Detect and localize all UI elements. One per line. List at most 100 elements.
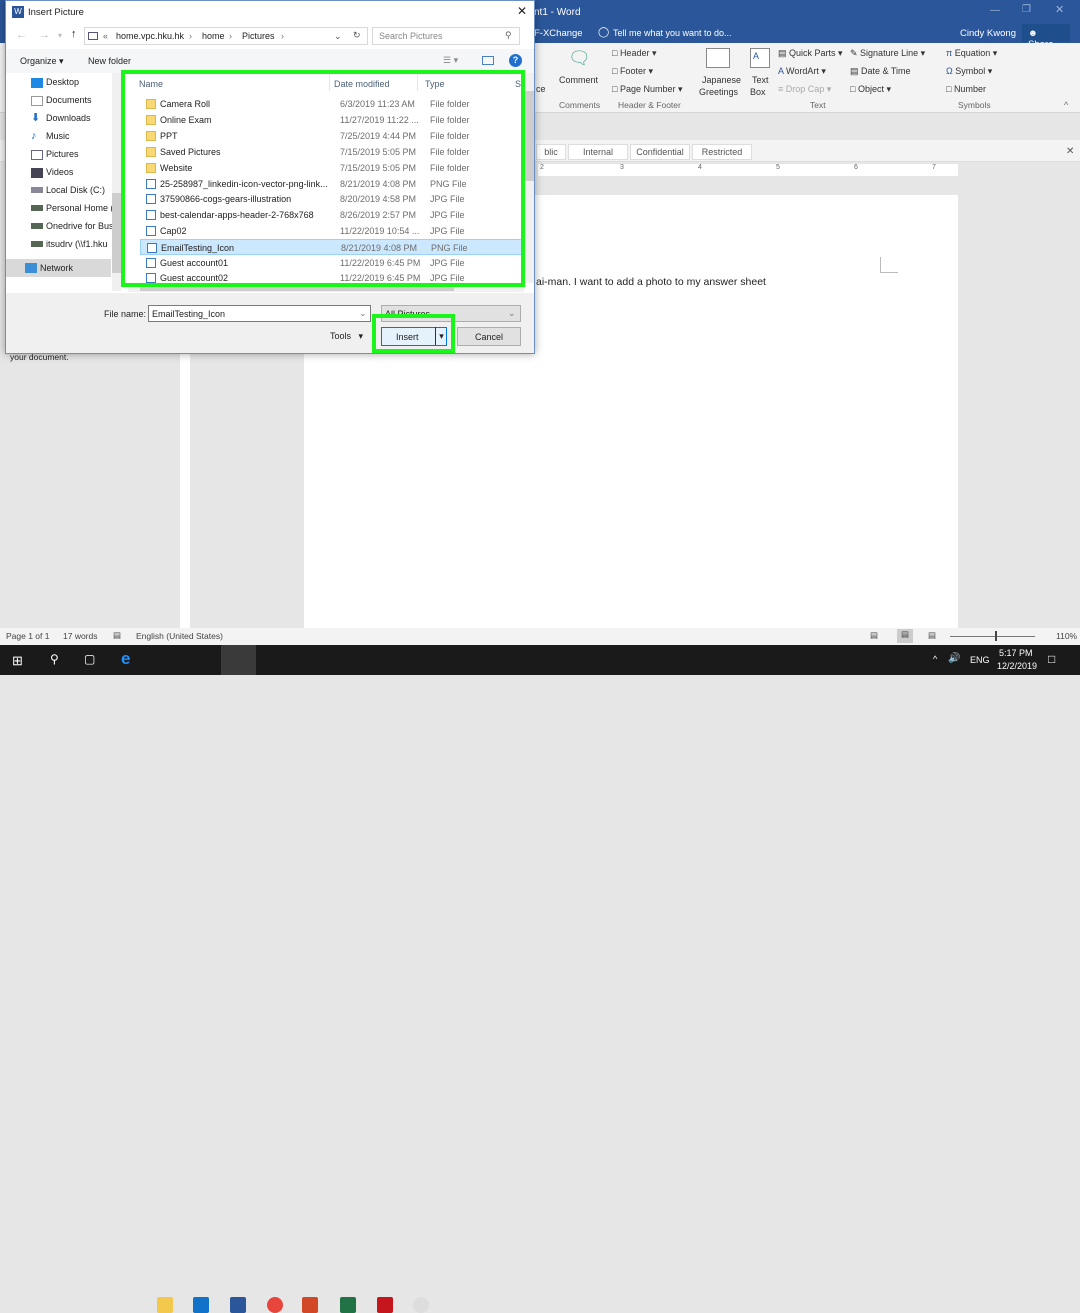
header-button[interactable]: □ Header ▾ <box>612 48 657 59</box>
nav-documents[interactable]: Documents <box>46 95 92 105</box>
collapse-ribbon-icon[interactable]: ^ <box>1064 100 1068 110</box>
text-box-line1[interactable]: Text <box>752 75 769 85</box>
back-icon[interactable]: ← <box>16 29 27 41</box>
new-folder-button[interactable]: New folder <box>88 56 131 66</box>
nav-videos[interactable]: Videos <box>46 167 73 177</box>
japanese-greetings-line1[interactable]: Japanese <box>702 75 741 85</box>
breadcrumb-separator[interactable]: › <box>281 31 284 41</box>
organize-menu[interactable]: Organize ▾ <box>20 56 64 67</box>
minimize-icon[interactable]: — <box>990 5 1000 16</box>
address-bar[interactable]: « home.vpc.hku.hk › home › Pictures › ⌄ … <box>84 27 368 45</box>
tell-me-search[interactable]: Tell me what you want to do... <box>613 28 732 38</box>
wordart-button[interactable]: A WordArt ▾ <box>778 66 826 77</box>
restore-icon[interactable]: ❐ <box>1022 4 1031 15</box>
text-box-line2[interactable]: Box <box>750 87 766 97</box>
view-options-icon[interactable]: ☰ ▾ <box>443 55 458 66</box>
nav-desktop[interactable]: Desktop <box>46 77 79 87</box>
search-icon[interactable]: ⚲ <box>50 652 59 666</box>
excel-icon[interactable] <box>340 1297 356 1313</box>
number-button[interactable]: □ Number <box>946 84 986 94</box>
comment-button[interactable]: Comment <box>559 75 598 85</box>
tray-chevron-icon[interactable]: ^ <box>933 654 937 664</box>
nav-pictures[interactable]: Pictures <box>46 149 79 159</box>
powerpoint-icon[interactable] <box>302 1297 318 1313</box>
file-name-dropdown-icon[interactable]: ⌄ <box>359 308 367 319</box>
notifications-icon[interactable]: □ <box>1048 652 1055 666</box>
file-list-vscroll-thumb[interactable] <box>524 91 534 181</box>
nav-scrollbar-thumb[interactable] <box>112 193 121 273</box>
document-text[interactable]: ai-man. I want to add a photo to my answ… <box>536 276 766 288</box>
classification-confidential[interactable]: Confidential <box>630 144 690 160</box>
breadcrumb-separator[interactable]: › <box>189 31 192 41</box>
proofing-icon[interactable]: ▤ <box>113 630 121 641</box>
zoom-level[interactable]: 110% <box>1056 631 1077 641</box>
page-number-button[interactable]: □ Page Number ▾ <box>612 84 683 95</box>
breadcrumb-host[interactable]: home.vpc.hku.hk <box>116 31 184 41</box>
nav-onedrive[interactable]: Onedrive for Bus <box>46 221 112 231</box>
nav-downloads[interactable]: Downloads <box>46 113 91 123</box>
quick-parts-button[interactable]: ▤ Quick Parts ▾ <box>778 48 843 59</box>
preview-pane-icon[interactable] <box>482 56 494 65</box>
page-count[interactable]: Page 1 of 1 <box>6 631 49 641</box>
close-icon[interactable]: ✕ <box>1055 3 1064 16</box>
dialog-close-icon[interactable]: ✕ <box>517 4 527 18</box>
cancel-button[interactable]: Cancel <box>457 327 521 346</box>
help-icon[interactable]: ? <box>509 54 522 67</box>
date-time-button[interactable]: ▤ Date & Time <box>850 66 911 77</box>
breadcrumb-home[interactable]: home <box>202 31 225 41</box>
word-icon[interactable] <box>230 1297 246 1313</box>
input-language[interactable]: ENG <box>970 655 990 665</box>
equation-button[interactable]: π Equation ▾ <box>946 48 997 59</box>
read-mode-icon[interactable]: ▤ <box>870 630 878 641</box>
classification-restricted[interactable]: Restricted <box>692 144 752 160</box>
task-view-icon[interactable]: ▢ <box>84 652 95 666</box>
refresh-icon[interactable]: ↻ <box>353 30 361 41</box>
nav-local-disk[interactable]: Local Disk (C:) <box>46 185 105 195</box>
zoom-slider-thumb[interactable] <box>995 631 997 641</box>
symbol-button[interactable]: Ω Symbol ▾ <box>946 66 992 77</box>
footer-button[interactable]: □ Footer ▾ <box>612 66 653 77</box>
windows-start-icon[interactable]: ⊞ <box>12 653 23 669</box>
tab-foxit[interactable]: F-XChange <box>534 28 583 39</box>
breadcrumb-separator[interactable]: › <box>229 31 232 41</box>
date-time-label: Date & Time <box>861 66 911 76</box>
share-button[interactable]: ☻ Share <box>1022 24 1070 50</box>
search-pictures-input[interactable]: Search Pictures ⚲ <box>372 27 520 45</box>
language[interactable]: English (United States) <box>136 631 223 641</box>
zoom-slider[interactable] <box>950 636 1035 637</box>
nav-itsudrv[interactable]: itsudrv (\\f1.hku <box>46 239 112 249</box>
pdf-editor-icon[interactable] <box>377 1297 393 1313</box>
chrome-icon[interactable] <box>267 1297 283 1313</box>
user-name[interactable]: Cindy Kwong <box>960 28 1016 39</box>
volume-icon[interactable]: 🔊 <box>948 653 960 664</box>
file-name-input[interactable]: EmailTesting_Icon ⌄ <box>148 305 371 322</box>
tools-menu[interactable]: Tools ▾ <box>330 331 363 342</box>
file-explorer-icon[interactable] <box>157 1297 173 1313</box>
word-count[interactable]: 17 words <box>63 631 98 641</box>
forward-icon[interactable]: → <box>39 29 50 41</box>
signature-line-button[interactable]: ✎ Signature Line ▾ <box>850 48 925 59</box>
clock-time[interactable]: 5:17 PM <box>999 648 1033 658</box>
edge-icon[interactable]: e <box>121 649 130 669</box>
up-icon[interactable]: ↑ <box>71 28 77 40</box>
breadcrumb-pictures[interactable]: Pictures <box>242 31 275 41</box>
outlook-icon[interactable] <box>193 1297 209 1313</box>
classification-internal[interactable]: Internal <box>568 144 628 160</box>
folder-nav-pane: Desktop Documents ⬇ Downloads ♪ Music Pi… <box>6 73 121 291</box>
classification-public[interactable]: blic <box>536 144 566 160</box>
nav-network[interactable]: Network <box>6 259 111 277</box>
japanese-greetings-line2[interactable]: Greetings <box>699 87 738 97</box>
pictures-icon <box>31 150 43 160</box>
nav-personal-home[interactable]: Personal Home ( <box>46 203 118 213</box>
clock-date[interactable]: 12/2/2019 <box>997 661 1037 671</box>
object-button[interactable]: □ Object ▾ <box>850 84 891 95</box>
web-layout-icon[interactable]: ▤ <box>928 630 936 641</box>
page-number-label: Page Number <box>619 84 676 94</box>
recent-locations-icon[interactable]: ▾ <box>58 31 62 40</box>
print-layout-icon[interactable]: ▤ <box>897 629 913 643</box>
nav-music[interactable]: Music <box>46 131 70 141</box>
address-dropdown-icon[interactable]: ⌄ <box>334 31 342 42</box>
overflow-chevron[interactable]: « <box>103 31 108 41</box>
close-classification-icon[interactable]: ✕ <box>1066 146 1074 157</box>
snipping-icon[interactable] <box>413 1297 429 1313</box>
